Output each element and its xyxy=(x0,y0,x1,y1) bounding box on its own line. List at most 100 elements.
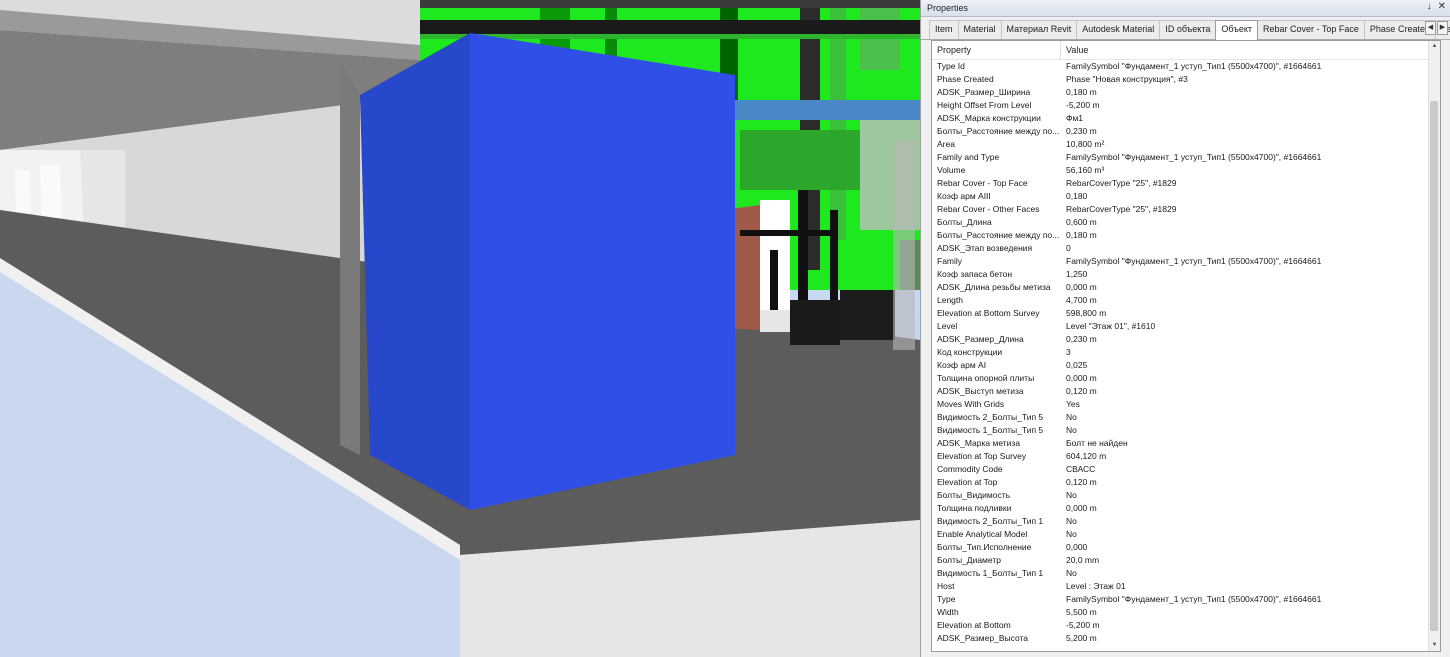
table-row[interactable]: Family FamilySymbol "Фундамент_1 уступ_Ти… xyxy=(932,255,1440,268)
table-row[interactable]: ADSK_Марка метиза Болт не найден xyxy=(932,437,1440,450)
table-row[interactable]: Толщина подливки 0,000 m xyxy=(932,502,1440,515)
tab-scroll-left-icon[interactable]: ◀ xyxy=(1425,21,1436,35)
property-value-cell: 20,0 mm xyxy=(1066,555,1100,565)
property-name-cell: Enable Analytical Model xyxy=(937,529,1028,539)
table-row[interactable]: Enable Analytical Model No xyxy=(932,528,1440,541)
property-value-cell: FamilySymbol "Фундамент_1 уступ_Тип1 (55… xyxy=(1066,61,1322,71)
grid-body: Type Id FamilySymbol "Фундамент_1 уступ_Т… xyxy=(932,60,1440,645)
property-value-cell: 0,000 xyxy=(1066,542,1088,552)
table-row[interactable]: Height Offset From Level -5,200 m xyxy=(932,99,1440,112)
close-icon[interactable]: ✕ xyxy=(1438,1,1446,12)
property-name-cell: Phase Created xyxy=(937,74,994,84)
column-header-property[interactable]: Property xyxy=(932,41,1061,59)
table-row[interactable]: Видимость 2_Болты_Тип 5 No xyxy=(932,411,1440,424)
table-row[interactable]: Видимость 2_Болты_Тип 1 No xyxy=(932,515,1440,528)
selected-foundation-left-face[interactable] xyxy=(360,33,470,510)
3d-viewport[interactable] xyxy=(0,0,920,657)
property-value-cell: 0,000 m xyxy=(1066,503,1097,513)
property-name-cell: Area xyxy=(937,139,955,149)
property-value-cell: 0 xyxy=(1066,243,1071,253)
table-row[interactable]: Commodity Code СВАСС xyxy=(932,463,1440,476)
table-row[interactable]: Moves With Grids Yes xyxy=(932,398,1440,411)
tab-1[interactable]: Material xyxy=(957,20,1002,39)
auto-hide-icon[interactable]: ↓ xyxy=(1427,1,1432,12)
property-name-cell: Коэф арм AI xyxy=(937,360,987,370)
table-row[interactable]: Код конструкции 3 xyxy=(932,346,1440,359)
property-value-cell: -5,200 m xyxy=(1066,620,1100,630)
table-row[interactable]: ADSK_Этап возведения 0 xyxy=(932,242,1440,255)
property-value-cell: Level "Этаж 01", #1610 xyxy=(1066,321,1156,331)
table-row[interactable]: Болты_Расстояние между по... 0,180 m xyxy=(932,229,1440,242)
property-value-cell: 1,250 xyxy=(1066,269,1088,279)
property-name-cell: Видимость 1_Болты_Тип 5 xyxy=(937,425,1044,435)
table-row[interactable]: Family and Type FamilySymbol "Фундамент_1… xyxy=(932,151,1440,164)
property-name-cell: ADSK_Этап возведения xyxy=(937,243,1033,253)
table-row[interactable]: Болты_Расстояние между по... 0,230 m xyxy=(932,125,1440,138)
table-row[interactable]: Elevation at Bottom Survey 598,800 m xyxy=(932,307,1440,320)
property-value-cell: No xyxy=(1066,425,1077,435)
property-value-cell: No xyxy=(1066,568,1077,578)
property-value-cell: Level : Этаж 01 xyxy=(1066,581,1126,591)
table-row[interactable]: Type Id FamilySymbol "Фундамент_1 уступ_Т… xyxy=(932,60,1440,73)
scroll-down-icon[interactable]: ▼ xyxy=(1429,640,1440,651)
table-row[interactable]: Болты_Длина 0,600 m xyxy=(932,216,1440,229)
property-name-cell: Видимость 2_Болты_Тип 1 xyxy=(937,516,1044,526)
table-row[interactable]: Length 4,700 m xyxy=(932,294,1440,307)
property-name-cell: Elevation at Top Survey xyxy=(937,451,1027,461)
property-name-cell: ADSK_Выступ метиза xyxy=(937,386,1024,396)
property-value-cell: 0,180 xyxy=(1066,191,1088,201)
table-row[interactable]: ADSK_Марка конструкции Фм1 xyxy=(932,112,1440,125)
table-row[interactable]: Rebar Cover - Top Face RebarCoverType "25… xyxy=(932,177,1440,190)
property-name-cell: ADSK_Размер_Ширина xyxy=(937,87,1031,97)
table-row[interactable]: Rebar Cover - Other Faces RebarCoverType … xyxy=(932,203,1440,216)
table-row[interactable]: Болты_Тип.Исполнение 0,000 xyxy=(932,541,1440,554)
tab-6[interactable]: Rebar Cover - Top Face xyxy=(1257,20,1365,39)
tab-5[interactable]: Объект xyxy=(1215,20,1259,40)
property-name-cell: Rebar Cover - Other Faces xyxy=(937,204,1040,214)
table-row[interactable]: Volume 56,160 m³ xyxy=(932,164,1440,177)
table-row[interactable]: Видимость 1_Болты_Тип 1 No xyxy=(932,567,1440,580)
selected-foundation-front-face[interactable] xyxy=(470,33,735,510)
tab-4[interactable]: ID объекта xyxy=(1159,20,1217,39)
table-row[interactable]: Elevation at Top 0,120 m xyxy=(932,476,1440,489)
property-value-cell: Болт не найден xyxy=(1066,438,1128,448)
tab-scroll-right-icon[interactable]: ▶ xyxy=(1437,21,1448,35)
table-row[interactable]: Host Level : Этаж 01 xyxy=(932,580,1440,593)
table-row[interactable]: Type FamilySymbol "Фундамент_1 уступ_Тип1… xyxy=(932,593,1440,606)
table-row[interactable]: Phase Created Phase "Новая конструкция", … xyxy=(932,73,1440,86)
scene-svg[interactable] xyxy=(0,0,920,657)
tab-3[interactable]: Autodesk Material xyxy=(1076,20,1161,39)
table-row[interactable]: Толщина опорной плиты 0,000 m xyxy=(932,372,1440,385)
navigation-bar[interactable] xyxy=(893,140,915,350)
table-row[interactable]: ADSK_Размер_Ширина 0,180 m xyxy=(932,86,1440,99)
table-row[interactable]: ADSK_Длина резьбы метиза 0,000 m xyxy=(932,281,1440,294)
table-row[interactable]: Level Level "Этаж 01", #1610 xyxy=(932,320,1440,333)
tab-0[interactable]: Item xyxy=(929,20,959,39)
table-row[interactable]: ADSK_Размер_Высота 5,200 m xyxy=(932,632,1440,645)
property-name-cell: Elevation at Bottom Survey xyxy=(937,308,1040,318)
property-name-cell: Видимость 1_Болты_Тип 1 xyxy=(937,568,1044,578)
table-row[interactable]: Elevation at Top Survey 604,120 m xyxy=(932,450,1440,463)
property-name-cell: Коэф запаса бетон xyxy=(937,269,1013,279)
tab-2[interactable]: Материал Revit xyxy=(1000,20,1078,39)
table-row[interactable]: ADSK_Размер_Длина 0,230 m xyxy=(932,333,1440,346)
column-header-value[interactable]: Value xyxy=(1061,41,1440,59)
table-row[interactable]: Коэф запаса бетон 1,250 xyxy=(932,268,1440,281)
vertical-scrollbar[interactable]: ▲ ▼ xyxy=(1428,41,1440,651)
scroll-thumb[interactable] xyxy=(1430,101,1438,631)
scroll-up-icon[interactable]: ▲ xyxy=(1429,41,1440,52)
table-row[interactable]: Коэф арм AI 0,025 xyxy=(932,359,1440,372)
grid-header: Property Value xyxy=(932,41,1440,60)
property-name-cell: Elevation at Top xyxy=(937,477,998,487)
table-row[interactable]: Width 5,500 m xyxy=(932,606,1440,619)
table-row[interactable]: Болты_Видимость No xyxy=(932,489,1440,502)
properties-titlebar: Properties ↓ ✕ xyxy=(921,0,1450,17)
property-value-cell: 10,800 m² xyxy=(1066,139,1105,149)
table-row[interactable]: Болты_Диаметр 20,0 mm xyxy=(932,554,1440,567)
table-row[interactable]: ADSK_Выступ метиза 0,120 m xyxy=(932,385,1440,398)
table-row[interactable]: Elevation at Bottom -5,200 m xyxy=(932,619,1440,632)
table-row[interactable]: Area 10,800 m² xyxy=(932,138,1440,151)
table-row[interactable]: Видимость 1_Болты_Тип 5 No xyxy=(932,424,1440,437)
property-value-cell: Phase "Новая конструкция", #3 xyxy=(1066,74,1188,84)
table-row[interactable]: Коэф арм AIII 0,180 xyxy=(932,190,1440,203)
